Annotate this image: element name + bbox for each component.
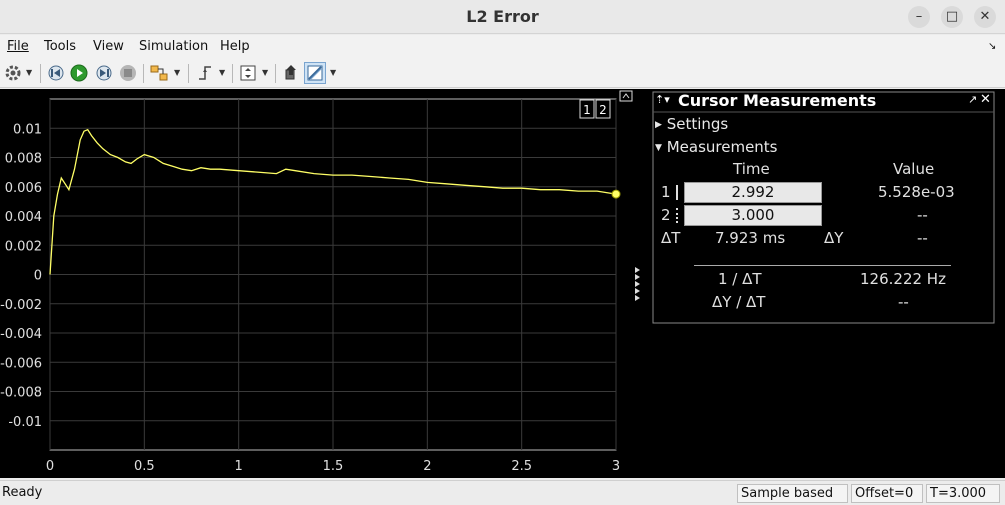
panel-close-icon[interactable]: ✕ — [980, 92, 991, 107]
menu-help[interactable]: Help — [220, 39, 250, 54]
layout-indicator-label: 1 — [583, 103, 591, 117]
y-tick-label: 0.006 — [5, 181, 42, 196]
measurements-section[interactable]: ▼ Measurements — [655, 138, 778, 156]
menu-undock-icon[interactable]: ↘ — [988, 41, 996, 52]
panel-toggle-arrow-icon — [635, 295, 640, 301]
x-tick-label: 1 — [235, 459, 243, 474]
close-button[interactable]: ✕ — [974, 6, 996, 28]
x-tick-label: 0.5 — [134, 459, 155, 474]
menu-file[interactable]: File — [7, 39, 29, 54]
x-tick-label: 1.5 — [323, 459, 344, 474]
bring-to-front-icon[interactable] — [281, 63, 301, 83]
step-back-icon[interactable] — [46, 63, 66, 83]
y-tick-label: -0.004 — [0, 327, 42, 342]
maximize-button[interactable]: □ — [941, 6, 963, 28]
toolbar-separator — [275, 64, 276, 83]
y-tick-label: -0.01 — [8, 415, 42, 430]
step-forward-icon[interactable] — [94, 63, 114, 83]
triggers-dropdown-icon[interactable]: ▼ — [219, 68, 225, 77]
y-tick-label: 0 — [34, 269, 42, 284]
inverse-delta-t-value: 126.222 Hz — [860, 270, 946, 288]
y-tick-label: -0.002 — [0, 298, 42, 313]
measurements-label: Measurements — [666, 138, 778, 156]
layout-indicator-label: 2 — [599, 103, 607, 117]
expanded-arrow-icon: ▼ — [655, 143, 662, 153]
x-tick-label: 2.5 — [511, 459, 532, 474]
status-ready: Ready — [2, 485, 43, 500]
plot-dock-icon — [619, 90, 633, 102]
y-tick-label: -0.006 — [0, 356, 42, 371]
x-tick-label: 2 — [423, 459, 431, 474]
settings-label: Settings — [666, 115, 729, 133]
delta-y-value: -- — [917, 229, 928, 247]
scale-axes-dropdown-icon[interactable]: ▼ — [262, 68, 268, 77]
window-title: L2 Error — [466, 7, 539, 26]
line-chart: 0 0.5 1 1.5 2 2.5 3 0.01 0.008 0.006 0.004 0.002 0 -0… — [0, 90, 640, 474]
cursor1-time-field[interactable]: 2.992 — [684, 182, 822, 203]
scope-plot-area[interactable]: 0 0.5 1 1.5 2 2.5 3 0.01 0.008 0.006 0.004 0.002 0 -0… — [0, 89, 646, 478]
menu-view[interactable]: View — [93, 39, 124, 54]
delta-t-value: 7.923 ms — [715, 229, 786, 247]
y-tick-label: -0.008 — [0, 386, 42, 401]
status-sample-mode: Sample based — [737, 484, 848, 503]
collapsed-arrow-icon: ▶ — [655, 120, 662, 130]
y-tick-label: 0.002 — [5, 239, 42, 254]
y-tick-label: 0.008 — [5, 152, 42, 167]
cursor-measurements-dropdown-icon[interactable]: ▼ — [330, 68, 336, 77]
toolbar: ▼ ▼ ▼ ▼ ▼ — [0, 59, 1005, 88]
y-tick-label: 0.01 — [13, 122, 42, 137]
slope-label: ΔY / ΔT — [712, 293, 766, 311]
delta-t-label: ΔT — [661, 229, 681, 247]
value-column-header: Value — [893, 160, 935, 178]
inverse-delta-t-label: 1 / ΔT — [718, 270, 762, 288]
gear-icon[interactable] — [3, 63, 23, 83]
cursor-panel-title: Cursor Measurements — [678, 91, 877, 110]
status-time: T=3.000 — [926, 484, 1000, 503]
gear-dropdown-icon[interactable]: ▼ — [26, 68, 32, 77]
cursor1-value: 5.528e-03 — [878, 183, 955, 201]
panel-toggle-arrow-icon — [635, 267, 640, 273]
toolbar-separator — [232, 64, 233, 83]
x-tick-label: 3 — [612, 459, 620, 474]
run-icon[interactable] — [69, 63, 89, 83]
toolbar-separator — [143, 64, 144, 83]
x-tick-label: 0 — [46, 459, 54, 474]
toolbar-separator — [188, 64, 189, 83]
menu-simulation[interactable]: Simulation — [139, 39, 208, 54]
cursor-measurements-icon[interactable] — [304, 62, 326, 84]
cursor2-label: 2 — [661, 206, 671, 224]
cursor2-value: -- — [917, 206, 928, 224]
panel-toggle-arrow-icon — [635, 288, 640, 294]
panel-undock-icon[interactable]: ↗ — [968, 93, 977, 106]
minimize-button[interactable]: – — [908, 6, 930, 28]
cursor1-marker-icon — [676, 185, 678, 200]
status-offset: Offset=0 — [851, 484, 923, 503]
status-bar: Ready Sample based Offset=0 T=3.000 — [0, 480, 1005, 505]
settings-section[interactable]: ▶ Settings — [655, 115, 728, 133]
y-tick-label: 0.004 — [5, 210, 42, 225]
cursor-point-marker — [611, 189, 621, 199]
cursor1-label: 1 — [661, 183, 671, 201]
delta-y-label: ΔY — [824, 229, 844, 247]
frequency-divider — [694, 265, 951, 266]
panel-toggle-arrow-icon — [635, 281, 640, 287]
menu-tools[interactable]: Tools — [44, 39, 76, 54]
slope-value: -- — [898, 293, 909, 311]
highlight-dropdown-icon[interactable]: ▼ — [174, 68, 180, 77]
time-column-header: Time — [733, 160, 770, 178]
cursor-measurements-panel: ⇡▾ Cursor Measurements ↗ ✕ ▶ Settings ▼ … — [646, 89, 1005, 478]
panel-pin-icon[interactable]: ⇡▾ — [655, 93, 670, 106]
menu-bar: File Tools View Simulation Help ↘ — [0, 35, 1005, 59]
stop-icon[interactable] — [118, 63, 138, 83]
cursor2-time-field[interactable]: 3.000 — [684, 205, 822, 226]
cursor2-marker-icon — [676, 208, 678, 223]
triggers-icon[interactable] — [195, 63, 215, 83]
highlight-block-icon[interactable] — [149, 63, 169, 83]
toolbar-separator — [40, 64, 41, 83]
scale-axes-icon[interactable] — [238, 63, 258, 83]
panel-toggle-arrow-icon — [635, 274, 640, 280]
window-titlebar: L2 Error – □ ✕ — [0, 0, 1005, 34]
